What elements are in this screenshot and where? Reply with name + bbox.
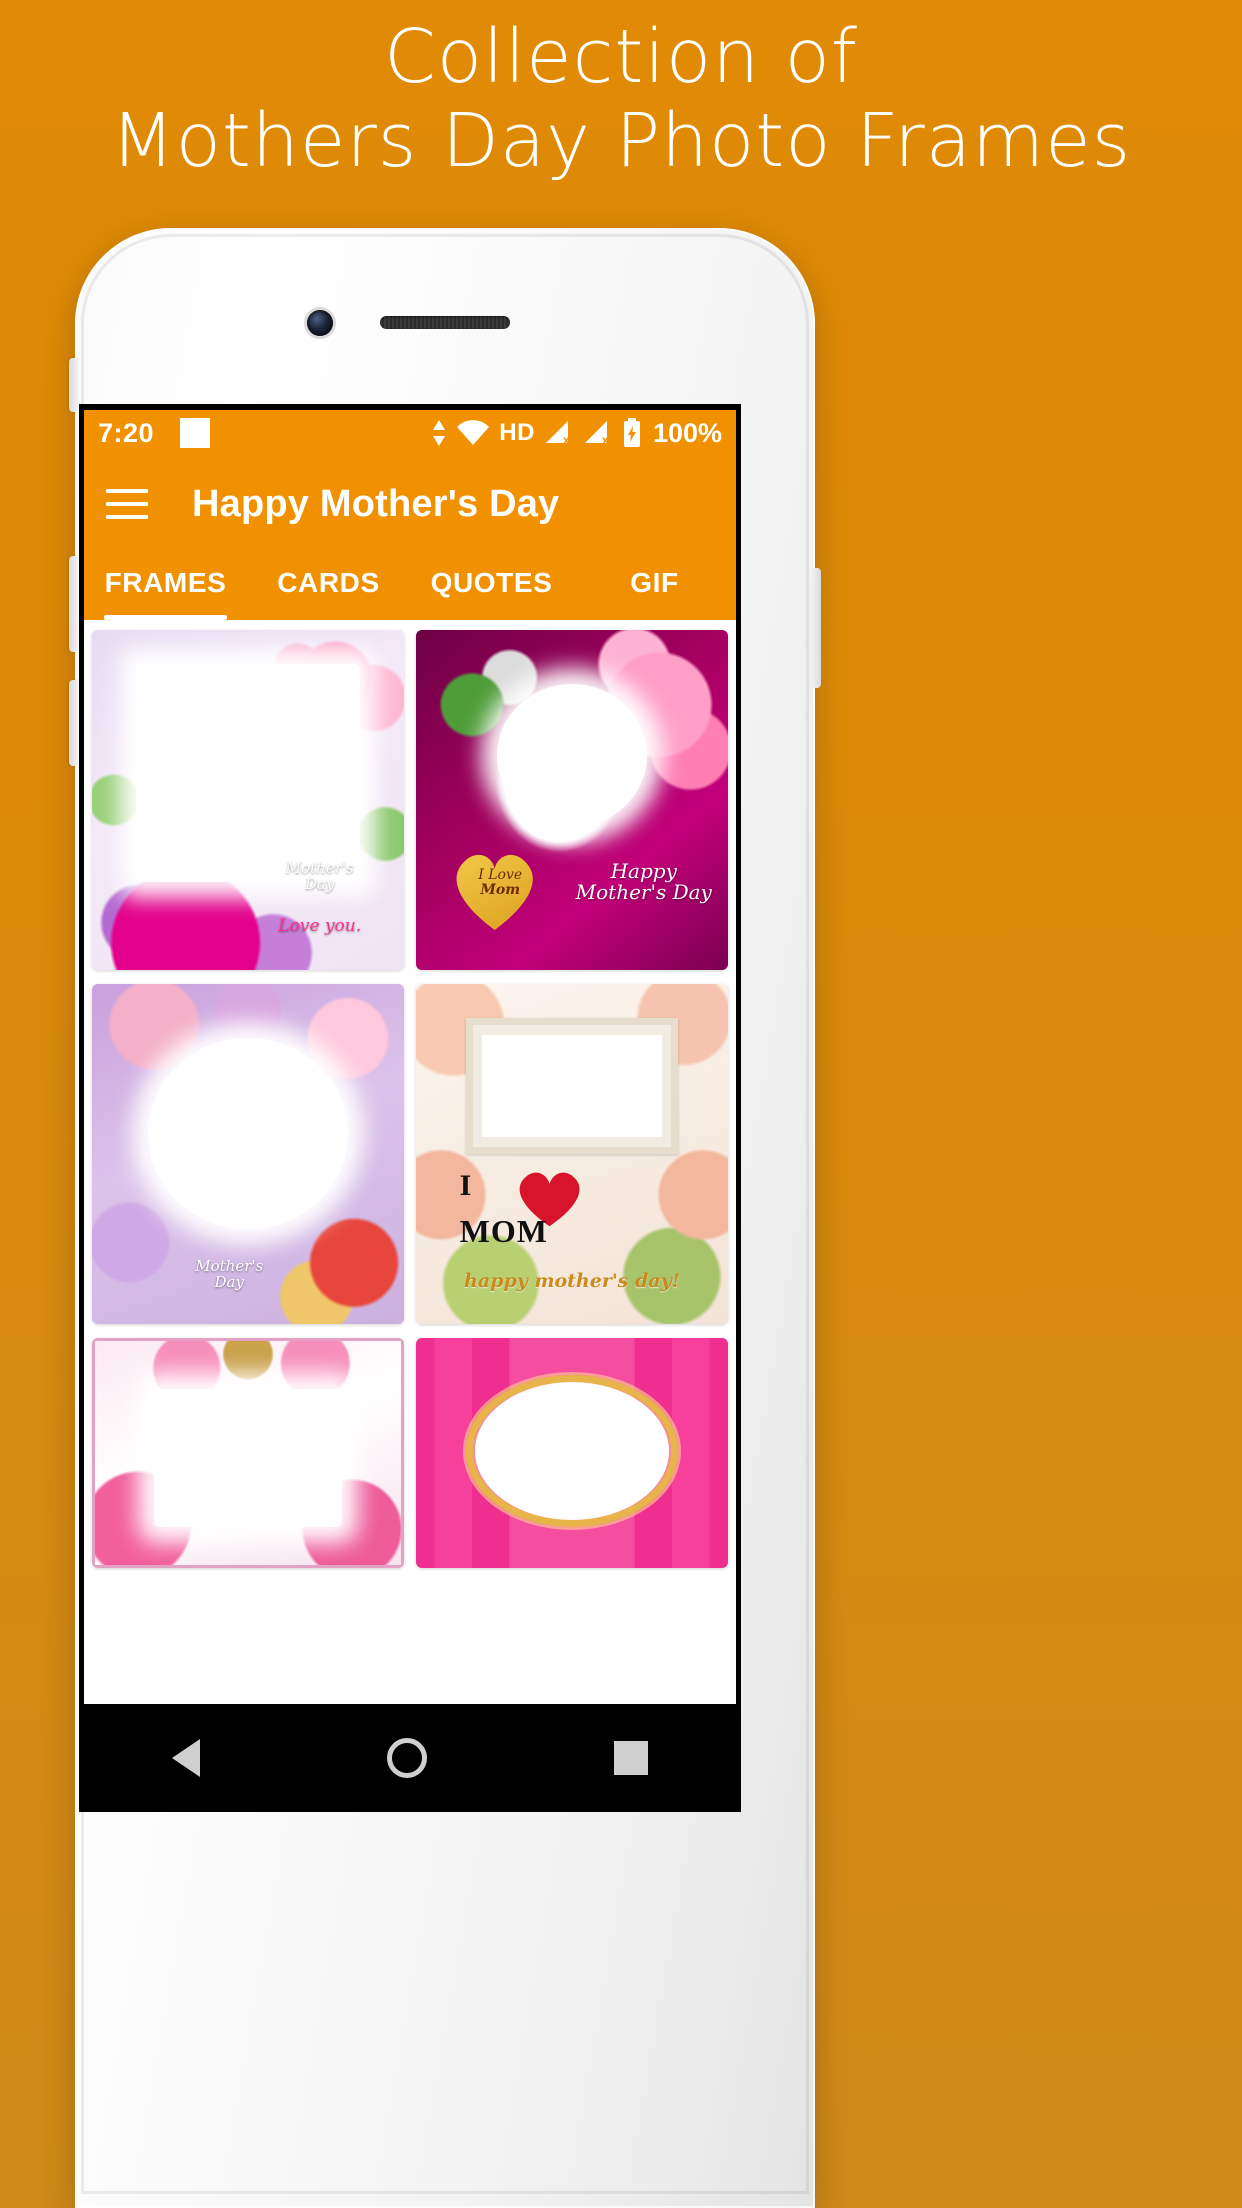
tab-quotes-label: QUOTES: [430, 567, 553, 598]
battery-charging-icon: [623, 418, 640, 447]
hamburger-menu-icon[interactable]: [106, 489, 148, 519]
photo-placeholder: [497, 684, 647, 828]
tab-bar: FRAMES CARDS QUOTES GIF: [84, 552, 736, 620]
tab-cards[interactable]: CARDS: [247, 552, 410, 620]
hd-icon: HD: [499, 419, 535, 446]
status-bar-indicators: HD x x 100%: [431, 418, 722, 449]
signal-no-sim-icon: x: [545, 421, 570, 447]
frame-caption: I Love Mom: [478, 867, 523, 899]
frame-thumbnail[interactable]: Mother's Day Love you.: [92, 630, 404, 970]
wifi-icon: [457, 420, 490, 445]
svg-text:x: x: [602, 433, 609, 447]
volume-down-button: [69, 680, 78, 766]
frame-caption-sub: Love you.: [278, 915, 362, 936]
photo-placeholder: [475, 1381, 669, 1520]
app-bar: Happy Mother's Day: [84, 456, 736, 552]
app-screen: 7:20 HD x x 100% Happy Mother's Day FRAM…: [84, 410, 736, 1704]
power-button: [812, 568, 821, 688]
frame-thumbnail[interactable]: [416, 1338, 728, 1568]
svg-text:x: x: [563, 433, 570, 447]
frame-caption: Mother's Day: [285, 859, 354, 893]
recents-button[interactable]: [613, 1741, 648, 1775]
tab-cards-label: CARDS: [277, 567, 380, 598]
frames-grid: Mother's Day Love you. I Love Mom Happy: [84, 620, 736, 1704]
tab-frames-label: FRAMES: [104, 567, 227, 598]
photo-placeholder: [135, 664, 361, 882]
promo-title-line1: Collection of: [384, 14, 858, 101]
home-button[interactable]: [386, 1738, 427, 1778]
battery-percent-label: 100%: [652, 417, 722, 448]
data-transfer-icon: [433, 420, 446, 446]
tab-quotes[interactable]: QUOTES: [410, 552, 573, 620]
frame-caption-sub: happy mother's day!: [464, 1269, 680, 1292]
earpiece-speaker-icon: [380, 316, 510, 329]
mute-switch: [69, 358, 78, 412]
phone-screen: 7:20 HD x x 100% Happy Mother's Day FRAM…: [79, 404, 741, 1704]
frame-caption-sub: Happy Mother's Day: [575, 859, 712, 904]
photo-placeholder: [481, 1035, 663, 1137]
page-title: Happy Mother's Day: [192, 482, 560, 525]
promo-banner: Collection of Mothers Day Photo Frames: [0, 0, 1242, 200]
status-bar-time: 7:20: [98, 417, 155, 448]
frame-caption: Mother's Day: [195, 1257, 264, 1292]
frame-thumbnail[interactable]: I MOM happy mother's day!: [416, 984, 728, 1324]
volume-up-button: [69, 556, 78, 652]
frame-caption: MOM: [459, 1213, 548, 1250]
notification-placeholder-icon: [180, 418, 211, 448]
promo-title-line2: Mothers Day Photo Frames: [110, 98, 1132, 184]
frame-thumbnail[interactable]: [92, 1338, 404, 1568]
signal-no-sim-icon: x: [584, 421, 609, 447]
android-nav-bar: [79, 1704, 741, 1812]
phone-mockup: 7:20 HD x x 100% Happy Mother's Day FRAM…: [69, 228, 821, 2208]
tab-gif[interactable]: GIF: [573, 552, 736, 620]
frame-thumbnail[interactable]: Mother's Day: [92, 984, 404, 1324]
tab-frames[interactable]: FRAMES: [84, 552, 247, 620]
tab-gif-label: GIF: [630, 567, 679, 598]
front-camera-icon: [307, 310, 333, 336]
photo-placeholder: [154, 1388, 342, 1527]
photo-placeholder: [148, 1038, 348, 1229]
frame-caption: I: [459, 1169, 472, 1202]
status-bar: 7:20 HD x x 100%: [84, 410, 736, 456]
back-button[interactable]: [172, 1739, 201, 1777]
frame-thumbnail[interactable]: I Love Mom Happy Mother's Day: [416, 630, 728, 970]
